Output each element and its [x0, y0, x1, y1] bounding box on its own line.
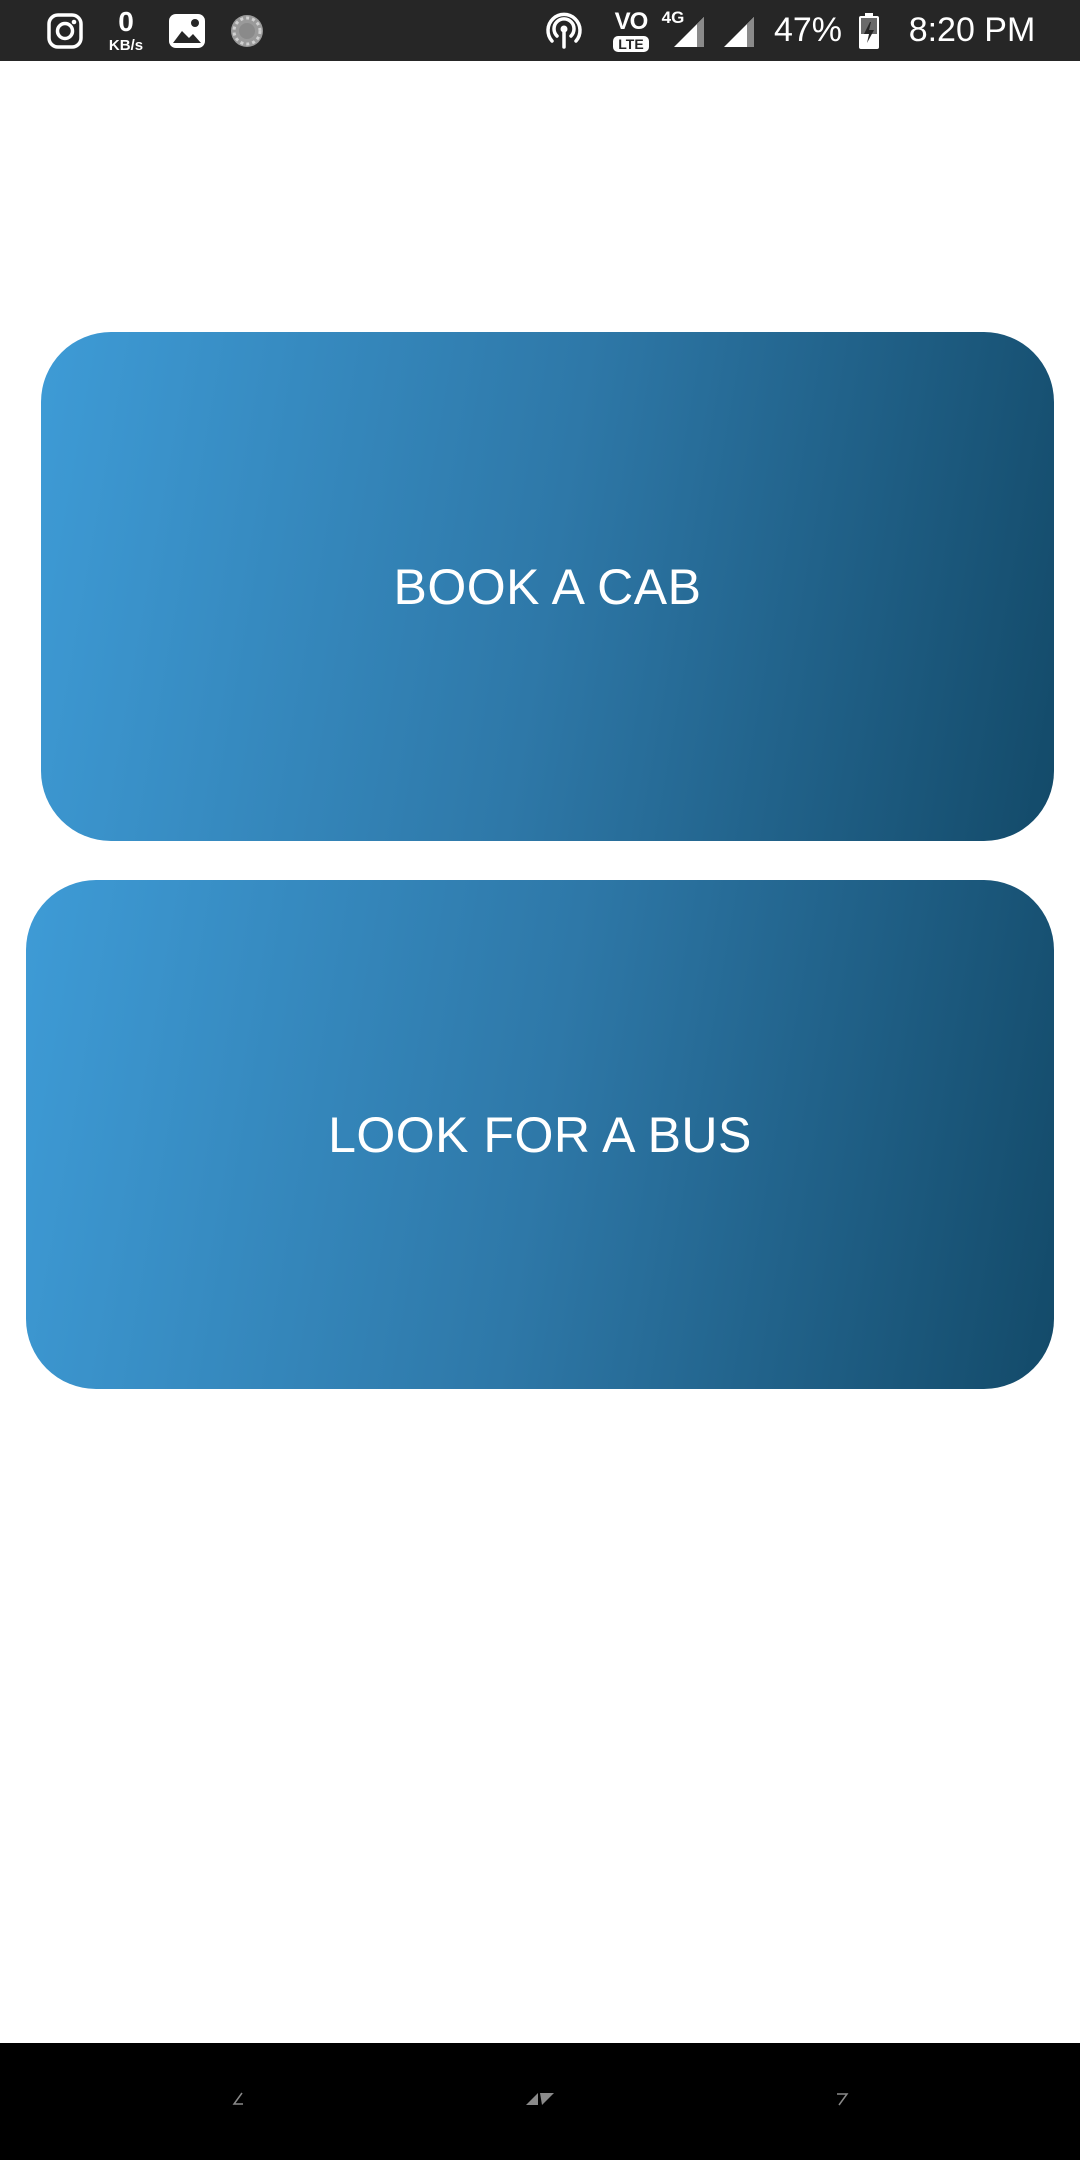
net-speed-value: 0	[118, 6, 134, 37]
volte-label: VO	[614, 7, 649, 35]
look-for-bus-button[interactable]: LOOK FOR A BUS	[26, 880, 1054, 1389]
nav-home-icon	[524, 2089, 556, 2115]
instagram-icon	[44, 0, 86, 61]
book-cab-button[interactable]: BOOK A CAB	[41, 332, 1054, 841]
gallery-icon	[167, 0, 207, 61]
net-speed-unit: KB/s	[108, 37, 144, 54]
look-for-bus-label: LOOK FOR A BUS	[328, 1106, 752, 1163]
battery-charging-icon	[854, 0, 884, 61]
nav-recents-icon	[832, 2089, 852, 2115]
navigation-bar	[0, 2043, 1080, 2160]
nav-home-button[interactable]	[460, 2043, 620, 2160]
volte-indicator: VO LTE	[606, 0, 656, 61]
status-bar: 0 KB/s VO LTE 4G 47% 8:20 PM	[0, 0, 1080, 61]
signal-icon	[668, 0, 708, 61]
lte-badge: LTE	[613, 35, 649, 52]
book-cab-label: BOOK A CAB	[393, 558, 702, 615]
nav-back-button[interactable]	[158, 2043, 318, 2160]
clock: 8:20 PM	[908, 11, 1036, 49]
hotspot-icon	[542, 0, 586, 61]
loading-icon	[227, 0, 267, 61]
signal-icon	[718, 0, 758, 61]
nav-back-icon	[228, 2089, 248, 2115]
battery-percent: 47%	[773, 11, 843, 49]
nav-recents-button[interactable]	[762, 2043, 922, 2160]
net-speed-indicator: 0 KB/s	[100, 0, 152, 61]
